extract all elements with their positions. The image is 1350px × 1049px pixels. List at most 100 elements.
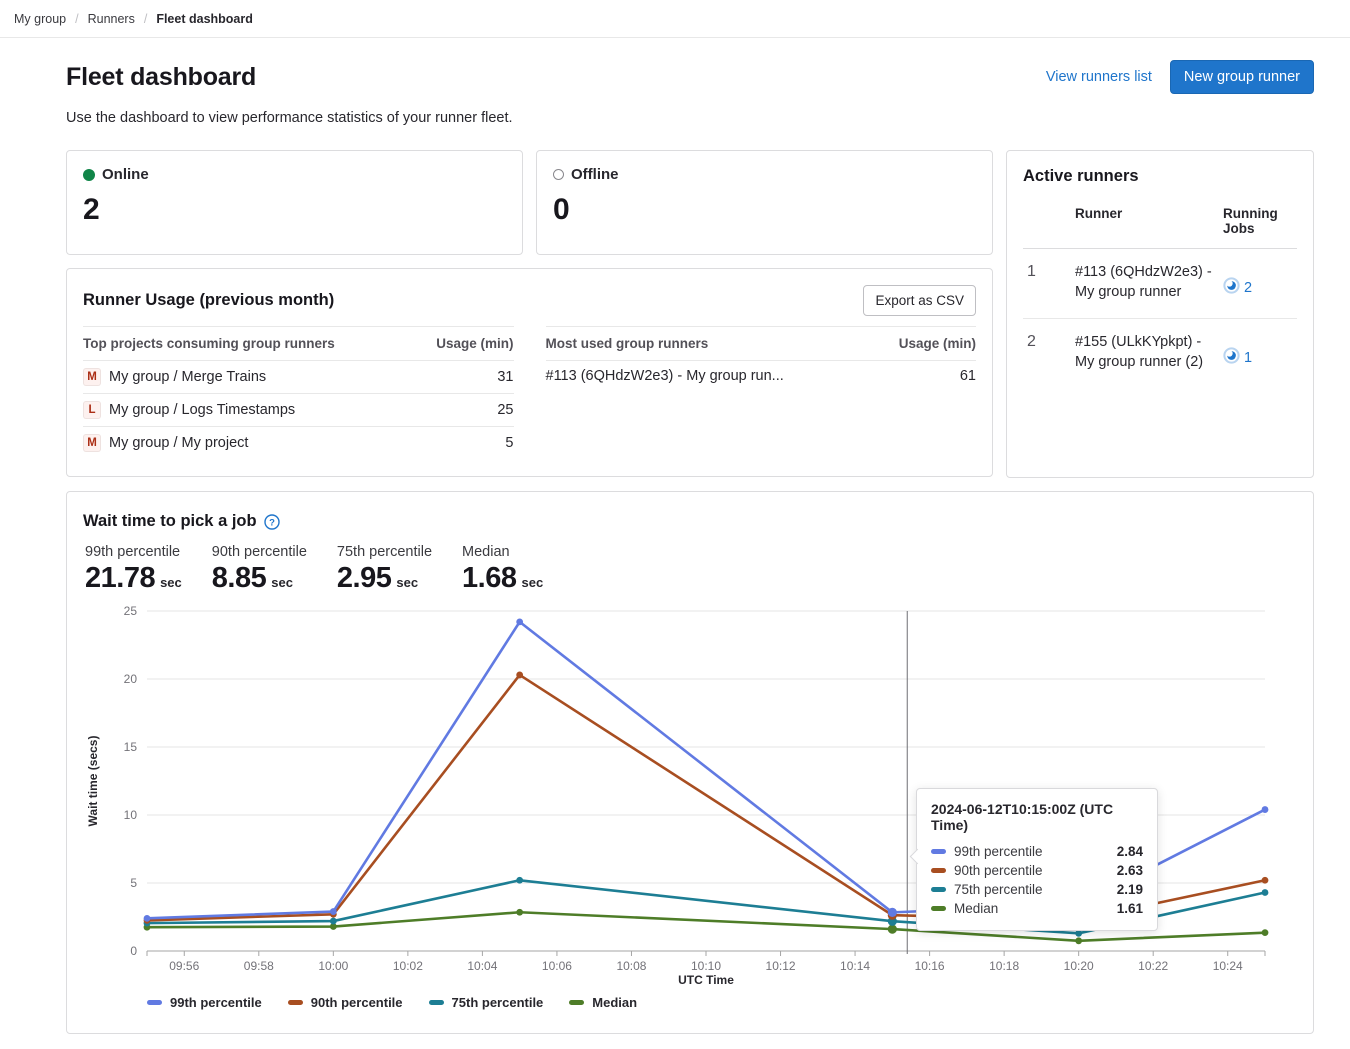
- active-runners-rows: 1#113 (6QHdzW2e3) - My group runner22#15…: [1023, 249, 1297, 388]
- breadcrumb-separator: /: [144, 12, 147, 26]
- legend-item-99th-percentile[interactable]: 99th percentile: [147, 995, 262, 1010]
- legend-swatch: [288, 1000, 303, 1005]
- wait-stat-value: 1.68: [462, 562, 516, 595]
- legend-label: 90th percentile: [311, 995, 403, 1010]
- svg-text:?: ?: [269, 517, 275, 528]
- tooltip-series-value: 1.61: [1117, 901, 1143, 916]
- svg-text:25: 25: [124, 604, 138, 618]
- legend-swatch: [569, 1000, 584, 1005]
- breadcrumb-nav: My group/Runners/Fleet dashboard: [14, 12, 253, 26]
- online-card: Online 2: [66, 150, 523, 255]
- svg-text:15: 15: [124, 740, 138, 754]
- left-column: Online 2 Offline 0 Runner Usage (previou…: [66, 150, 993, 477]
- help-icon[interactable]: ?: [264, 514, 280, 530]
- svg-text:10:18: 10:18: [989, 959, 1019, 971]
- breadcrumb: My group/Runners/Fleet dashboard: [0, 0, 1350, 38]
- usage-row-name: MMy group / My project: [83, 434, 248, 452]
- most-used-runner-row: #113 (6QHdzW2e3) - My group run...61: [546, 361, 977, 391]
- dashboard-grid: Online 2 Offline 0 Runner Usage (previou…: [66, 150, 1314, 478]
- usage-row-label: My group / Merge Trains: [109, 369, 266, 385]
- tooltip-row: 99th percentile2.84: [931, 842, 1143, 861]
- usage-table-col-name: Top projects consuming group runners: [83, 336, 335, 351]
- page-title: Fleet dashboard: [66, 63, 256, 92]
- top-projects-table: Top projects consuming group runners Usag…: [83, 326, 514, 459]
- wait-stat-value-line: 1.68 sec: [462, 562, 543, 595]
- chart-legend: 99th percentile 90th percentile 75th perce…: [147, 995, 1297, 1010]
- usage-row-label: My group / Logs Timestamps: [109, 402, 295, 418]
- usage-row-label: My group / My project: [109, 435, 248, 451]
- header-actions: View runners list New group runner: [1046, 60, 1314, 94]
- wait-stat-90th-percentile: 90th percentile8.85sec: [212, 544, 307, 595]
- usage-table-col-usage: Usage (min): [899, 336, 976, 351]
- svg-text:Wait time (secs): Wait time (secs): [86, 736, 100, 827]
- tooltip-series-value: 2.84: [1117, 844, 1143, 859]
- offline-card: Offline 0: [536, 150, 993, 255]
- wait-stat-value-line: 21.78sec: [85, 562, 182, 595]
- wait-stat-label: 75th percentile: [337, 544, 432, 560]
- breadcrumb-item-my-group[interactable]: My group: [14, 12, 66, 26]
- usage-row-minutes: 25: [497, 402, 513, 418]
- runner-usage-card: Runner Usage (previous month) Export as …: [66, 268, 993, 477]
- offline-label: Offline: [571, 166, 619, 183]
- export-csv-button[interactable]: Export as CSV: [863, 285, 976, 316]
- svg-text:10:22: 10:22: [1138, 959, 1168, 971]
- usage-table-col-usage: Usage (min): [436, 336, 513, 351]
- tooltip-swatch: [931, 849, 946, 854]
- runner-column-header: Runner: [1075, 206, 1215, 236]
- legend-item-90th-percentile[interactable]: 90th percentile: [288, 995, 403, 1010]
- svg-text:10:04: 10:04: [467, 959, 497, 971]
- wait-stat-value: 2.95: [337, 562, 391, 595]
- tooltip-title: 2024-06-12T10:15:00Z (UTC Time): [931, 801, 1143, 833]
- wait-stat-label: Median: [462, 544, 543, 560]
- running-jobs-count[interactable]: 2: [1223, 277, 1297, 298]
- svg-text:10:10: 10:10: [691, 959, 721, 971]
- page-content: Fleet dashboard View runners list New gr…: [66, 60, 1314, 1034]
- legend-item-75th-percentile[interactable]: 75th percentile: [429, 995, 544, 1010]
- svg-text:10:24: 10:24: [1213, 959, 1243, 971]
- svg-text:10:20: 10:20: [1064, 959, 1094, 971]
- svg-text:10:02: 10:02: [393, 959, 423, 971]
- active-runners-table: Runner Running Jobs 1#113 (6QHdzW2e3) - …: [1023, 200, 1297, 388]
- online-card-header: Online: [83, 166, 506, 183]
- tooltip-series-label: 90th percentile: [954, 863, 1043, 878]
- tooltip-series-value: 2.19: [1117, 882, 1143, 897]
- legend-swatch: [429, 1000, 444, 1005]
- runner-usage-title: Runner Usage (previous month): [83, 291, 334, 310]
- active-runner-row: 2 #155 (ULkKYpkpt) - My group runner (2) 1: [1023, 319, 1297, 388]
- usage-tables: Top projects consuming group runners Usag…: [83, 326, 976, 459]
- legend-item-median[interactable]: Median: [569, 995, 637, 1010]
- running-jobs-number: 1: [1244, 350, 1252, 366]
- wait-time-title: Wait time to pick a job: [83, 512, 257, 531]
- svg-text:0: 0: [130, 944, 137, 958]
- tooltip-swatch: [931, 868, 946, 873]
- online-label: Online: [102, 166, 149, 183]
- view-runners-list-link[interactable]: View runners list: [1046, 69, 1152, 85]
- svg-text:10:16: 10:16: [915, 959, 945, 971]
- project-avatar: M: [83, 368, 101, 386]
- new-group-runner-button[interactable]: New group runner: [1170, 60, 1314, 94]
- active-runners-card: Active runners Runner Running Jobs 1#113…: [1006, 150, 1314, 478]
- breadcrumb-separator: /: [75, 12, 78, 26]
- usage-row-name: M My group / Merge Trains: [83, 368, 266, 386]
- wait-stat-value-line: 8.85sec: [212, 562, 307, 595]
- tooltip-row: 75th percentile2.19: [931, 880, 1143, 899]
- project-avatar: L: [83, 401, 101, 419]
- tooltip-row: Median1.61: [931, 899, 1143, 918]
- runner-row-index: 2: [1023, 333, 1067, 351]
- usage-row-minutes: 5: [505, 435, 513, 451]
- breadcrumb-item-runners[interactable]: Runners: [88, 12, 135, 26]
- svg-text:10:06: 10:06: [542, 959, 572, 971]
- runner-name: #155 (ULkKYpkpt) - My group runner (2): [1075, 333, 1215, 372]
- svg-text:10:08: 10:08: [616, 959, 646, 971]
- status-cards-row: Online 2 Offline 0: [66, 150, 993, 255]
- index-column-header: [1023, 206, 1067, 236]
- wait-stat-99th-percentile: 99th percentile 21.78sec: [85, 544, 182, 595]
- wait-time-header: Wait time to pick a job ?: [83, 512, 1297, 531]
- wait-stat-label: 99th percentile: [85, 544, 182, 560]
- online-status-icon: [83, 169, 95, 181]
- x-axis-label: UTC Time: [147, 973, 1265, 987]
- wait-stat-unit: sec: [521, 575, 543, 590]
- usage-row-minutes: 31: [497, 369, 513, 385]
- page-description: Use the dashboard to view performance st…: [66, 110, 1314, 126]
- running-jobs-count[interactable]: 1: [1223, 347, 1297, 368]
